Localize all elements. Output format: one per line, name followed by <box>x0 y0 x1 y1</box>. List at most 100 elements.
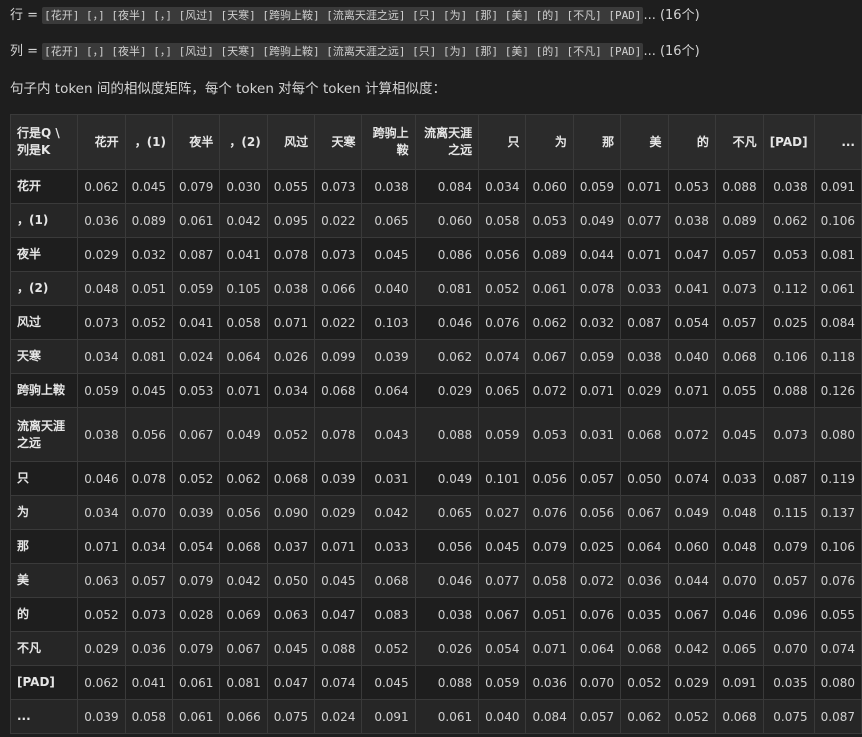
column-header: 跨驹上鞍 <box>361 114 416 170</box>
table-cell: 0.071 <box>667 373 716 408</box>
table-cell: 0.041 <box>172 305 221 340</box>
table-row: 天寒 0.034 0.081 0.024 0.064 0.026 0.099 0.039 0.0… <box>9 339 862 374</box>
row-header: 夜半 <box>9 237 79 272</box>
table-cell: 0.057 <box>572 699 622 734</box>
table-cell: 0.074 <box>478 339 527 374</box>
table-cell: 0.042 <box>219 563 268 598</box>
table-cell: 0.115 <box>762 495 815 530</box>
column-header: 流离天涯之远 <box>414 114 480 170</box>
table-cell: 0.045 <box>314 563 363 598</box>
table-cell: 0.067 <box>172 407 221 462</box>
table-cell: 0.039 <box>172 495 221 530</box>
row-header: 为 <box>9 495 79 530</box>
table-cell: 0.084 <box>414 169 480 204</box>
table-cell: 0.036 <box>77 203 126 238</box>
table-cell: 0.088 <box>714 169 764 204</box>
table-cell: 0.119 <box>813 461 862 496</box>
table-cell: 0.027 <box>478 495 527 530</box>
table-cell: 0.064 <box>572 631 622 666</box>
table-cell: 0.075 <box>762 699 815 734</box>
table-cell: 0.080 <box>813 665 862 700</box>
table-cell: 0.057 <box>124 563 174 598</box>
table-cell: 0.034 <box>266 373 316 408</box>
table-cell: 0.059 <box>172 271 221 306</box>
table-cell: 0.096 <box>762 597 815 632</box>
table-cell: 0.041 <box>124 665 174 700</box>
column-header: ，(2) <box>219 114 268 170</box>
table-row: 流离天涯之远 0.038 0.056 0.067 0.049 0.052 0.078 0.04… <box>9 407 862 462</box>
table-cell: 0.042 <box>361 495 416 530</box>
table-cell: 0.052 <box>478 271 527 306</box>
table-cell: 0.095 <box>266 203 316 238</box>
table-cell: 0.052 <box>124 305 174 340</box>
table-cell: 0.062 <box>414 339 480 374</box>
table-cell: 0.074 <box>667 461 716 496</box>
table-cell: 0.088 <box>414 407 480 462</box>
table-cell: 0.101 <box>478 461 527 496</box>
table-row: 那 0.071 0.034 0.054 0.068 0.037 0.071 0.033 0.05… <box>9 529 862 564</box>
table-cell: 0.047 <box>266 665 316 700</box>
table-cell: 0.070 <box>762 631 815 666</box>
table-cell: 0.055 <box>714 373 764 408</box>
table-cell: 0.081 <box>219 665 268 700</box>
table-cell: 0.137 <box>813 495 862 530</box>
table-cell: 0.086 <box>414 237 480 272</box>
table-cell: 0.071 <box>266 305 316 340</box>
table-cell: 0.075 <box>266 699 316 734</box>
table-cell: 0.029 <box>77 631 126 666</box>
table-cell: 0.061 <box>172 203 221 238</box>
table-cell: 0.038 <box>414 597 480 632</box>
table-cell: 0.057 <box>714 305 764 340</box>
table-cell: 0.061 <box>172 665 221 700</box>
table-cell: 0.057 <box>714 237 764 272</box>
table-cell: 0.080 <box>813 407 862 462</box>
table-cell: 0.052 <box>361 631 416 666</box>
table-cell: 0.090 <box>266 495 316 530</box>
table-cell: 0.058 <box>525 563 574 598</box>
table-cell: 0.037 <box>266 529 316 564</box>
table-cell: 0.077 <box>620 203 669 238</box>
table-cell: 0.054 <box>478 631 527 666</box>
table-cell: 0.036 <box>525 665 574 700</box>
table-cell: 0.025 <box>572 529 622 564</box>
row-tokens-code: [花开] [，] [夜半] [，] [风过] [天寒] [跨驹上鞍] [流离天涯… <box>42 7 644 24</box>
table-cell: 0.056 <box>525 461 574 496</box>
table-cell: 0.062 <box>77 169 126 204</box>
table-cell: 0.058 <box>124 699 174 734</box>
table-cell: 0.028 <box>172 597 221 632</box>
table-cell: 0.079 <box>525 529 574 564</box>
table-row: [PAD] 0.062 0.041 0.061 0.081 0.047 0.074 0.045… <box>9 665 862 700</box>
table-cell: 0.040 <box>361 271 416 306</box>
row-header: 跨驹上鞍 <box>9 373 79 408</box>
table-cell: 0.079 <box>172 169 221 204</box>
table-cell: 0.072 <box>525 373 574 408</box>
table-cell: 0.066 <box>314 271 363 306</box>
table-cell: 0.040 <box>667 339 716 374</box>
col-tokens-line: 列 = [花开] [，] [夜半] [，] [风过] [天寒] [跨驹上鞍] [… <box>10 42 700 62</box>
table-cell: 0.112 <box>762 271 815 306</box>
table-cell: 0.088 <box>314 631 363 666</box>
table-row: 为 0.034 0.070 0.039 0.056 0.090 0.029 0.042 0.06… <box>9 495 862 530</box>
table-cell: 0.045 <box>478 529 527 564</box>
table-cell: 0.081 <box>414 271 480 306</box>
table-cell: 0.118 <box>813 339 862 374</box>
table-cell: 0.022 <box>314 305 363 340</box>
table-cell: 0.047 <box>667 237 716 272</box>
row-prefix: 行 = <box>10 8 43 23</box>
table-cell: 0.106 <box>762 339 815 374</box>
table-cell: 0.068 <box>714 339 764 374</box>
table-cell: 0.072 <box>667 407 716 462</box>
column-header: 花开 <box>77 114 126 170</box>
table-cell: 0.062 <box>525 305 574 340</box>
table-cell: 0.043 <box>361 407 416 462</box>
row-header: ，(2) <box>9 271 79 306</box>
table-cell: 0.047 <box>314 597 363 632</box>
table-cell: 0.066 <box>219 699 268 734</box>
table-cell: 0.045 <box>714 407 764 462</box>
table-cell: 0.079 <box>762 529 815 564</box>
table-cell: 0.089 <box>525 237 574 272</box>
table-cell: 0.049 <box>414 461 480 496</box>
table-cell: 0.044 <box>667 563 716 598</box>
table-cell: 0.061 <box>172 699 221 734</box>
table-cell: 0.054 <box>667 305 716 340</box>
